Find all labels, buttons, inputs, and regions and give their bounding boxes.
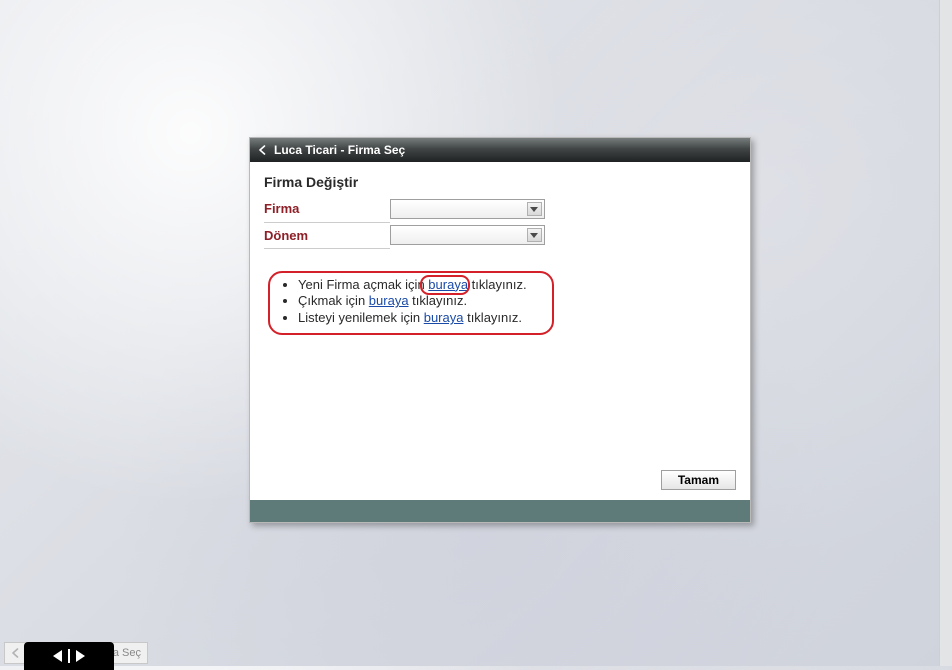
form-table: Firma Dönem [264, 196, 556, 249]
firma-select[interactable] [390, 199, 545, 219]
callout-box: Yeni Firma açmak için buraya tıklayınız.… [268, 271, 554, 336]
dialog-button-row: Tamam [250, 464, 750, 500]
dialog-content: Firma Değiştir Firma Dönem Yeni Firma aç… [250, 162, 750, 394]
callout-item-new-firma: Yeni Firma açmak için buraya tıklayınız. [298, 277, 542, 294]
donem-label: Dönem [264, 222, 390, 248]
dialog-footer-bar [250, 500, 750, 522]
nav-next-icon[interactable] [76, 650, 85, 662]
callout-item-refresh: Listeyi yenilemek için buraya tıklayınız… [298, 310, 542, 327]
dialog-title: Luca Ticari - Firma Seç [274, 143, 405, 157]
callout-list: Yeni Firma açmak için buraya tıklayınız.… [280, 277, 542, 328]
nav-divider [68, 649, 70, 663]
link-refresh[interactable]: buraya [424, 310, 464, 325]
dialog-title-bar: Luca Ticari - Firma Seç [250, 138, 750, 162]
stub-label: a Seç [113, 647, 141, 659]
firma-sec-dialog: Luca Ticari - Firma Seç Firma Değiştir F… [249, 137, 751, 523]
nav-prev-icon[interactable] [53, 650, 62, 662]
donem-select[interactable] [390, 225, 545, 245]
stub-back-icon [11, 648, 21, 658]
right-scroll-strip [939, 0, 952, 666]
ok-button[interactable]: Tamam [661, 470, 736, 490]
firma-label: Firma [264, 196, 390, 222]
back-icon[interactable] [258, 145, 268, 155]
dialog-heading: Firma Değiştir [264, 174, 736, 190]
link-exit[interactable]: buraya [369, 293, 409, 308]
callout-item-exit: Çıkmak için buraya tıklayınız. [298, 293, 542, 310]
link-new-firma[interactable]: buraya [428, 277, 468, 292]
